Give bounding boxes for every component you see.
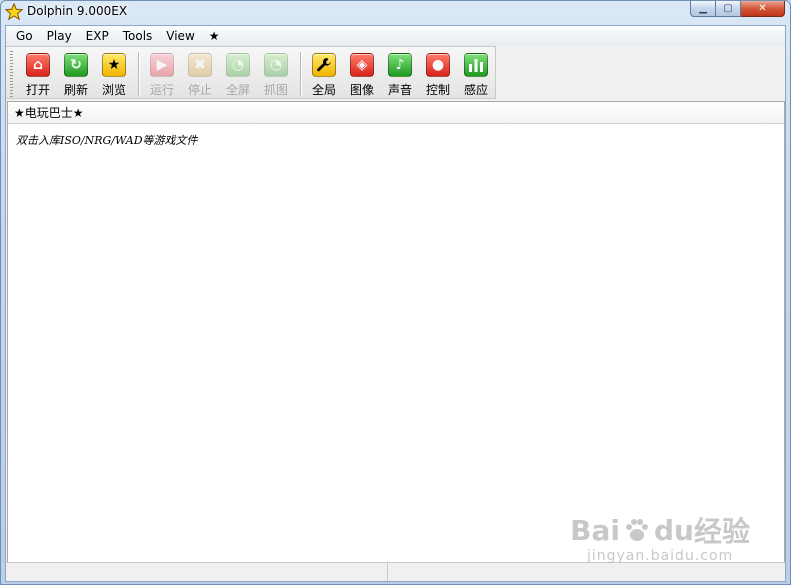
status-pane-left xyxy=(6,563,388,581)
wrench-icon-shape xyxy=(317,58,331,72)
fullscreen-button[interactable]: ◔ 全屏 xyxy=(219,47,257,99)
menu-play[interactable]: Play xyxy=(40,26,79,46)
controls-label: 控制 xyxy=(425,83,450,97)
refresh-label: 刷新 xyxy=(63,83,88,97)
bars-icon xyxy=(464,53,488,77)
graphics-icon: ◈ xyxy=(350,53,374,77)
refresh-icon: ↻ xyxy=(64,53,88,77)
empty-list-hint: 双击入库ISO/NRG/WAD等游戏文件 xyxy=(16,134,198,147)
run-label: 运行 xyxy=(149,83,174,97)
window-controls: ▁ ▢ ✕ xyxy=(690,1,785,17)
list-column-header[interactable]: ★电玩巴士★ xyxy=(8,102,784,124)
close-button[interactable]: ✕ xyxy=(741,1,785,17)
status-bar xyxy=(6,562,785,581)
window-title: Dolphin 9.000EX xyxy=(27,4,128,18)
controls-button[interactable]: ● 控制 xyxy=(419,47,457,99)
menu-bar: Go Play EXP Tools View ★ xyxy=(6,26,785,46)
menu-go[interactable]: Go xyxy=(9,26,40,46)
star-icon: ★ xyxy=(102,53,126,77)
sensor-label: 感应 xyxy=(463,83,488,97)
stop-icon: ✖ xyxy=(188,53,212,77)
menu-view[interactable]: View xyxy=(159,26,201,46)
screenshot-button[interactable]: ◔ 抓图 xyxy=(257,47,295,99)
fullscreen-icon: ◔ xyxy=(226,53,250,77)
screenshot-label: 抓图 xyxy=(263,83,288,97)
browse-button[interactable]: ★ 浏览 xyxy=(95,47,133,99)
fullscreen-label: 全屏 xyxy=(225,83,250,97)
music-icon: ♪ xyxy=(388,53,412,77)
app-star-icon xyxy=(5,3,23,21)
controller-icon: ● xyxy=(426,53,450,77)
run-button[interactable]: ▶ 运行 xyxy=(143,47,181,99)
graphics-label: 图像 xyxy=(349,83,374,97)
maximize-button[interactable]: ▢ xyxy=(716,1,741,17)
browse-label: 浏览 xyxy=(101,83,126,97)
open-button[interactable]: ⌂ 打开 xyxy=(19,47,57,99)
sensor-button[interactable]: 感应 xyxy=(457,47,495,99)
title-bar[interactable]: Dolphin 9.000EX ▁ ▢ ✕ xyxy=(1,1,790,24)
global-settings-button[interactable]: 全局 xyxy=(305,47,343,99)
audio-label: 声音 xyxy=(387,83,412,97)
graphics-button[interactable]: ◈ 图像 xyxy=(343,47,381,99)
minimize-button[interactable]: ▁ xyxy=(690,1,716,17)
toolbar: ⌂ 打开 ↻ 刷新 ★ 浏览 ▶ 运行 ✖ 停止 ◔ 全屏 ◔ 抓图 全局 ◈ … xyxy=(6,46,496,99)
menu-exp[interactable]: EXP xyxy=(79,26,116,46)
toolbar-separator xyxy=(300,52,301,96)
status-pane-right xyxy=(388,563,785,581)
menu-tools[interactable]: Tools xyxy=(116,26,160,46)
play-icon: ▶ xyxy=(150,53,174,77)
stop-label: 停止 xyxy=(187,83,212,97)
screenshot-icon: ◔ xyxy=(264,53,288,77)
open-label: 打开 xyxy=(25,83,50,97)
refresh-button[interactable]: ↻ 刷新 xyxy=(57,47,95,99)
bars-icon-shape xyxy=(469,59,483,72)
app-window: Dolphin 9.000EX ▁ ▢ ✕ Go Play EXP Tools … xyxy=(0,0,791,585)
toolbar-separator xyxy=(138,52,139,96)
home-icon: ⌂ xyxy=(26,53,50,77)
menu-star[interactable]: ★ xyxy=(202,26,227,46)
client-area: Go Play EXP Tools View ★ ⌂ 打开 ↻ 刷新 ★ 浏览 xyxy=(5,25,786,582)
stop-button[interactable]: ✖ 停止 xyxy=(181,47,219,99)
audio-button[interactable]: ♪ 声音 xyxy=(381,47,419,99)
game-list[interactable]: ★电玩巴士★ 双击入库ISO/NRG/WAD等游戏文件 xyxy=(7,101,785,563)
global-label: 全局 xyxy=(311,83,336,97)
toolbar-grip[interactable] xyxy=(10,51,13,97)
wrench-icon xyxy=(312,53,336,77)
